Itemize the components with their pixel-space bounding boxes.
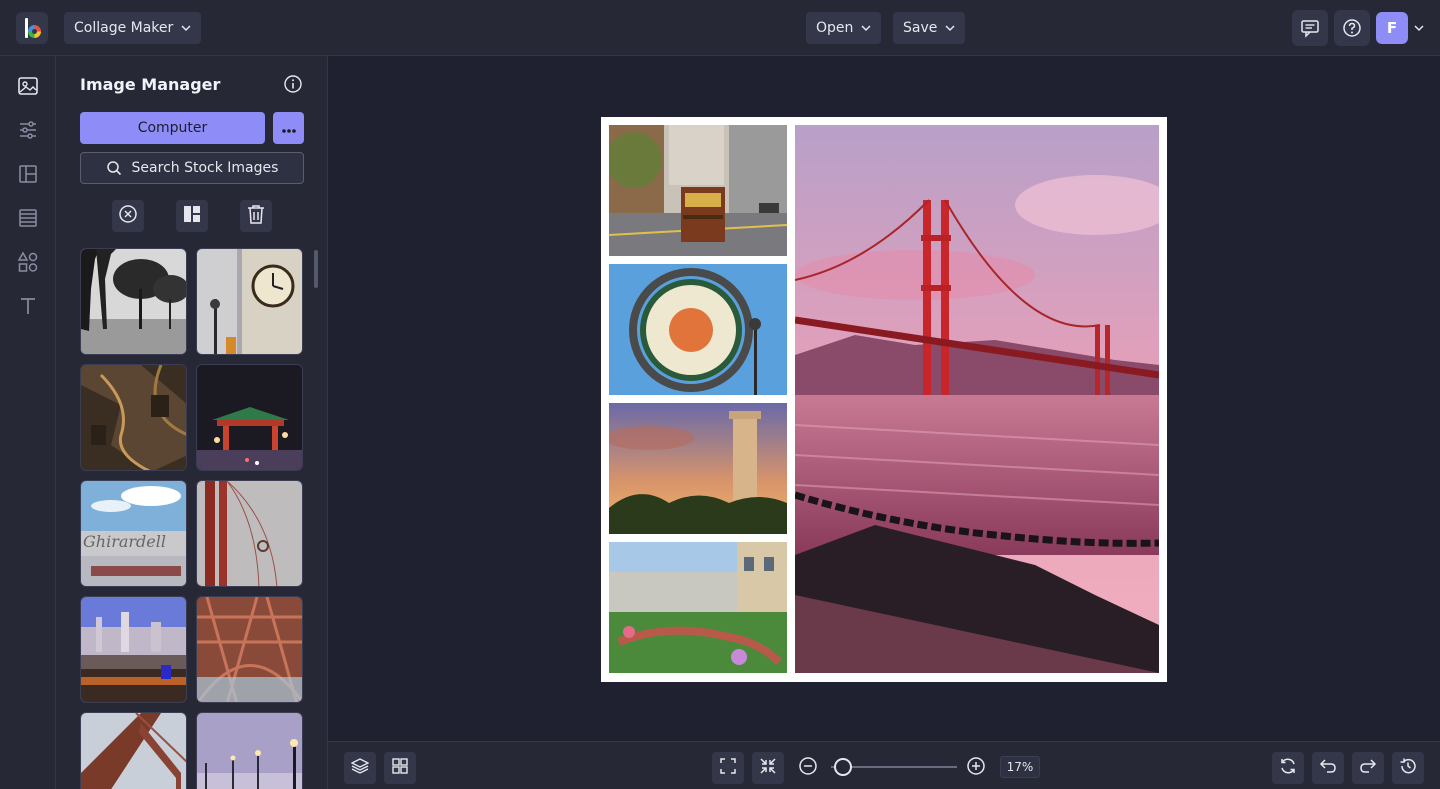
actual-size-button[interactable] [752,752,784,784]
comments-button[interactable] [1292,10,1328,46]
help-button[interactable] [1334,10,1370,46]
help-icon [1342,18,1362,38]
layers-button[interactable] [344,752,376,784]
expand-icon [719,757,737,779]
thumbnail-image[interactable] [80,712,187,789]
zoom-slider-handle[interactable] [834,758,852,776]
history-button[interactable] [1392,752,1424,784]
thumbnail-image[interactable]: Ghirardell [80,480,187,587]
text-icon[interactable] [16,294,40,318]
more-icon [281,119,297,138]
user-avatar[interactable]: F [1376,12,1408,44]
chevron-down-icon [945,23,955,33]
save-dropdown[interactable]: Save [893,12,966,44]
clear-button[interactable] [112,200,144,232]
collage-cell-cable-car[interactable] [609,125,787,256]
redo-icon [1359,757,1377,779]
sliders-icon[interactable] [16,118,40,142]
grid-icon [391,757,409,779]
collage [601,117,1167,682]
thumbnail-image[interactable] [196,480,303,587]
refresh-icon [1279,757,1297,779]
search-icon [106,160,122,176]
thumbnail-image[interactable] [196,596,303,703]
collage-cell-coit-tower[interactable] [609,403,787,534]
collage-cell-golden-gate[interactable] [795,125,1159,673]
layout-icon[interactable] [16,162,40,186]
image-icon[interactable] [16,74,40,98]
history-icon [1399,757,1417,779]
graphics-icon[interactable] [16,250,40,274]
chevron-down-icon [181,23,191,33]
layout-fill-icon [183,205,201,227]
delete-button[interactable] [240,200,272,232]
computer-label: Computer [137,120,208,136]
image-manager-panel: Image Manager Computer Search Stock Imag… [56,56,328,789]
avatar-initial: F [1386,19,1398,37]
trash-icon [247,204,265,228]
tool-rail [0,56,56,789]
top-bar: Collage Maker Open Save F [0,0,1440,56]
zoom-in-icon [966,756,986,780]
zoom-in-button[interactable] [960,752,992,784]
thumbnail-image[interactable] [196,364,303,471]
close-circle-icon [118,204,138,228]
info-icon[interactable] [283,74,303,94]
panel-scrollbar[interactable] [314,250,318,288]
thumbnail-image[interactable] [80,364,187,471]
collage-cell-fishermans-wharf[interactable] [609,264,787,395]
fit-to-screen-button[interactable] [712,752,744,784]
open-label: Open [816,20,854,36]
bottom-toolbar: 17% [328,741,1440,789]
redo-button[interactable] [1352,752,1384,784]
undo-button[interactable] [1312,752,1344,784]
open-dropdown[interactable]: Open [806,12,882,44]
compress-icon [759,757,777,779]
collage-cell-lombard-street[interactable] [609,542,787,673]
mode-dropdown-label: Collage Maker [74,20,174,36]
chevron-down-icon [861,23,871,33]
zoom-out-button[interactable] [792,752,824,784]
app-logo[interactable] [16,12,48,44]
canvas-area [328,56,1440,741]
thumbnail-image[interactable] [196,248,303,355]
search-stock-label: Search Stock Images [131,160,279,176]
computer-upload-button[interactable]: Computer [80,112,265,144]
save-label: Save [903,20,938,36]
grid-button[interactable] [384,752,416,784]
search-stock-images-button[interactable]: Search Stock Images [80,152,304,184]
reset-button[interactable] [1272,752,1304,784]
more-options-button[interactable] [273,112,304,144]
layers-icon [350,757,370,779]
thumbnail-image[interactable] [80,248,187,355]
panel-title: Image Manager [80,75,221,94]
chevron-down-icon[interactable] [1414,23,1424,33]
mode-dropdown[interactable]: Collage Maker [64,12,202,44]
zoom-level-input[interactable]: 17% [1000,756,1040,778]
undo-icon [1319,757,1337,779]
svg-text:Ghirardell: Ghirardell [83,532,166,551]
auto-fill-button[interactable] [176,200,208,232]
thumbnail-image[interactable] [80,596,187,703]
comment-icon [1300,18,1320,38]
thumbnail-image[interactable] [196,712,303,789]
zoom-out-icon [798,756,818,780]
texture-icon[interactable] [16,206,40,230]
